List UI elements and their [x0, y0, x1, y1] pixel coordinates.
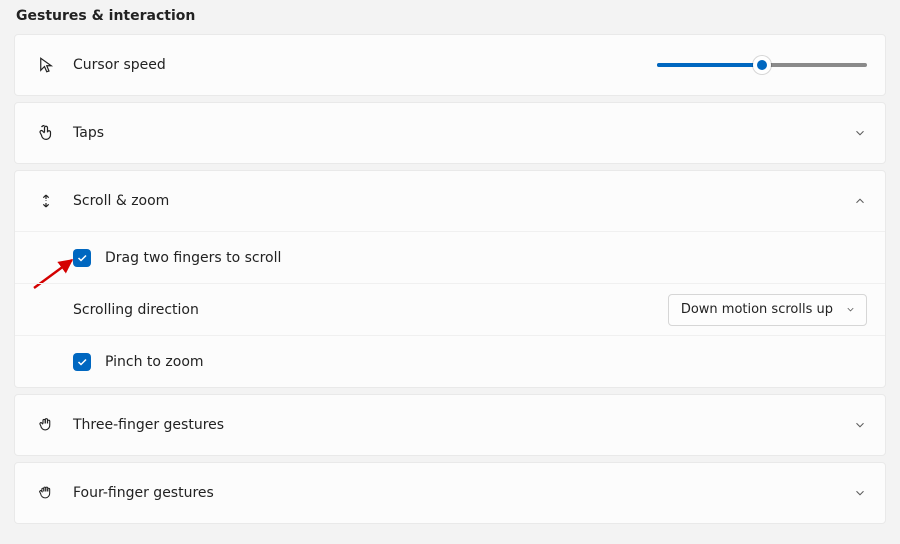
scrolling-direction-value: Down motion scrolls up: [681, 302, 833, 317]
cursor-icon: [33, 56, 59, 74]
scroll-zoom-label: Scroll & zoom: [73, 193, 853, 209]
three-finger-label: Three-finger gestures: [73, 417, 853, 433]
row-scrolling-direction: Scrolling direction Down motion scrolls …: [15, 283, 885, 335]
section-title: Gestures & interaction: [16, 8, 886, 24]
chevron-down-icon: [853, 418, 867, 432]
four-finger-icon: [33, 484, 59, 502]
pinch-to-zoom-checkbox[interactable]: [73, 353, 91, 371]
chevron-down-icon: [853, 486, 867, 500]
three-finger-icon: [33, 416, 59, 434]
cursor-speed-label: Cursor speed: [73, 57, 645, 73]
chevron-down-icon: [845, 304, 856, 315]
cursor-speed-slider[interactable]: [657, 63, 867, 67]
row-pinch-to-zoom[interactable]: Pinch to zoom: [15, 335, 885, 387]
row-scroll-zoom[interactable]: Scroll & zoom: [15, 171, 885, 231]
row-cursor-speed[interactable]: Cursor speed: [15, 35, 885, 95]
row-taps[interactable]: Taps: [15, 103, 885, 163]
pinch-to-zoom-label: Pinch to zoom: [105, 354, 867, 370]
row-four-finger[interactable]: Four-finger gestures: [15, 463, 885, 523]
row-drag-two-fingers[interactable]: Drag two fingers to scroll: [15, 231, 885, 283]
taps-label: Taps: [73, 125, 853, 141]
drag-two-fingers-checkbox[interactable]: [73, 249, 91, 267]
scroll-zoom-icon: [33, 192, 59, 210]
scrolling-direction-dropdown[interactable]: Down motion scrolls up: [668, 294, 867, 326]
chevron-up-icon: [853, 194, 867, 208]
four-finger-label: Four-finger gestures: [73, 485, 853, 501]
row-three-finger[interactable]: Three-finger gestures: [15, 395, 885, 455]
scrolling-direction-label: Scrolling direction: [73, 302, 668, 318]
tap-icon: [33, 124, 59, 142]
drag-two-fingers-label: Drag two fingers to scroll: [105, 250, 867, 266]
chevron-down-icon: [853, 126, 867, 140]
